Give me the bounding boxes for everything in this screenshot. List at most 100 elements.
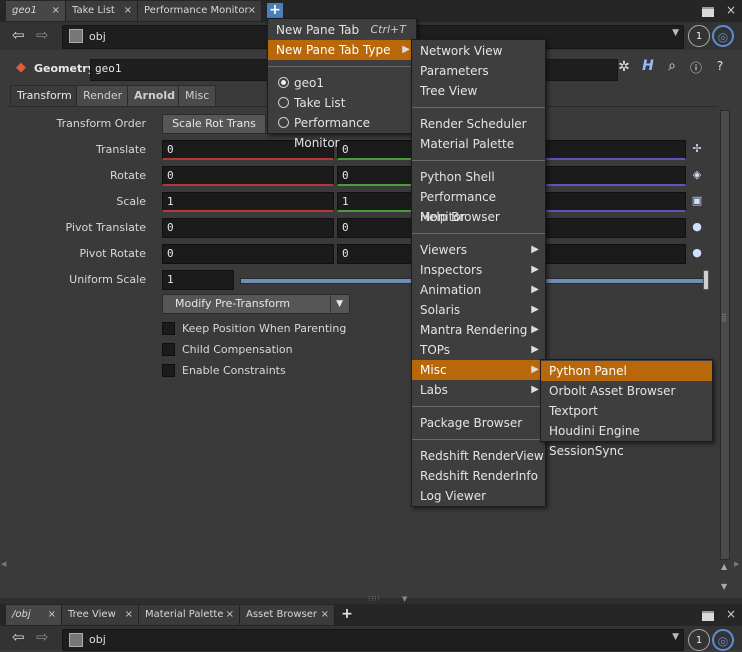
- menu-item-mantra-rendering[interactable]: Mantra Rendering ▶: [412, 320, 545, 340]
- forward-arrow-icon[interactable]: ⇨: [36, 26, 49, 44]
- menu-item-new-pane-tab-type[interactable]: New Pane Tab Type ▶: [268, 40, 416, 60]
- menu-item-help-browser[interactable]: Help Browser: [412, 207, 545, 227]
- search-icon[interactable]: ⌕: [663, 58, 681, 74]
- scroll-up-icon[interactable]: ▲: [721, 562, 727, 571]
- menu-item-redshift-renderview[interactable]: Redshift RenderView: [412, 446, 545, 466]
- menu-item-parameters[interactable]: Parameters: [412, 61, 545, 81]
- scroll-thumb[interactable]: [720, 110, 730, 560]
- uniform-scale-field[interactable]: 1: [162, 270, 234, 290]
- pivot-translate-y-field[interactable]: 0: [337, 218, 413, 238]
- scroll-down-icon[interactable]: ▼: [721, 582, 727, 591]
- translate-handle-icon[interactable]: ✢: [690, 142, 704, 155]
- menu-item-log-viewer[interactable]: Log Viewer: [412, 486, 545, 506]
- menu-item-performance-monitor[interactable]: Performance Monitor: [412, 187, 545, 224]
- menu-item-orbolt-asset-browser[interactable]: Orbolt Asset Browser: [541, 381, 712, 401]
- pin-badge[interactable]: 1: [688, 25, 710, 47]
- help-icon[interactable]: ?: [711, 59, 729, 73]
- chevron-down-icon[interactable]: ▼: [672, 632, 679, 642]
- pivot-translate-x-field[interactable]: 0: [162, 218, 334, 238]
- menu-item-render-scheduler[interactable]: Render Scheduler: [412, 114, 545, 134]
- transform-order-button[interactable]: Scale Rot Trans: [162, 114, 266, 134]
- scale-z-field[interactable]: [545, 192, 686, 212]
- close-icon[interactable]: ×: [248, 1, 256, 21]
- pivot-handle-icon[interactable]: ●: [690, 220, 704, 233]
- uniform-scale-label: Uniform Scale: [69, 273, 146, 286]
- pin-badge[interactable]: 1: [688, 629, 710, 651]
- pivot-rotate-x-field[interactable]: 0: [162, 244, 334, 264]
- menu-item-tops[interactable]: TOPs ▶: [412, 340, 545, 360]
- info-icon[interactable]: ⓘ: [687, 59, 705, 76]
- link-icon[interactable]: ◎: [712, 25, 734, 47]
- close-icon[interactable]: ×: [124, 1, 132, 21]
- scale-handle-icon[interactable]: ▣: [690, 194, 704, 207]
- child-compensation-checkbox[interactable]: [162, 343, 175, 356]
- close-icon[interactable]: ×: [321, 605, 329, 625]
- menu-item-viewers[interactable]: Viewers ▶: [412, 240, 545, 260]
- translate-z-field[interactable]: [545, 140, 686, 160]
- tab-transform[interactable]: Transform: [10, 85, 79, 106]
- menu-item-houdini-engine-sessionsync[interactable]: Houdini Engine SessionSync: [541, 421, 712, 458]
- chevron-down-icon[interactable]: ▼: [672, 28, 679, 38]
- link-icon[interactable]: ◎: [712, 629, 734, 651]
- close-pane-icon[interactable]: ×: [726, 607, 736, 621]
- menu-item-redshift-renderinfo[interactable]: Redshift RenderInfo: [412, 466, 545, 486]
- tab-arnold[interactable]: Arnold: [127, 85, 182, 106]
- tab-performance-monitor[interactable]: Performance Monitor ×: [138, 1, 262, 21]
- menu-item-material-palette[interactable]: Material Palette: [412, 134, 545, 154]
- tab-misc[interactable]: Misc: [178, 85, 217, 106]
- translate-y-field[interactable]: 0: [337, 140, 413, 160]
- close-icon[interactable]: ×: [125, 605, 133, 625]
- rotate-z-field[interactable]: [545, 166, 686, 186]
- menu-item-python-shell[interactable]: Python Shell: [412, 167, 545, 187]
- menu-item-network-view[interactable]: Network View: [412, 41, 545, 61]
- menu-item-animation[interactable]: Animation ▶: [412, 280, 545, 300]
- pane-menu-icon[interactable]: [702, 7, 714, 17]
- scale-x-field[interactable]: 1: [162, 192, 334, 212]
- close-pane-icon[interactable]: ×: [726, 3, 736, 17]
- modify-pre-transform-menu[interactable]: Modify Pre-Transform ▼: [162, 294, 350, 314]
- scale-y-field[interactable]: 1: [337, 192, 413, 212]
- tab-take-list[interactable]: Take List ×: [66, 1, 138, 21]
- menu-item-tab-geo1[interactable]: geo1: [268, 73, 416, 93]
- pivot-translate-z-field[interactable]: [545, 218, 686, 238]
- enable-constraints-checkbox[interactable]: [162, 364, 175, 377]
- pivot-rotate-y-field[interactable]: 0: [337, 244, 413, 264]
- tab-geo1[interactable]: geo1 ×: [6, 1, 66, 21]
- menu-item-inspectors[interactable]: Inspectors ▶: [412, 260, 545, 280]
- rotate-y-field[interactable]: 0: [337, 166, 413, 186]
- close-icon[interactable]: ×: [48, 605, 56, 625]
- close-icon[interactable]: ×: [52, 1, 60, 21]
- menu-item-tree-view[interactable]: Tree View: [412, 81, 545, 101]
- menu-item-labs[interactable]: Labs ▶: [412, 380, 545, 400]
- tab-obj[interactable]: /obj ×: [6, 605, 62, 625]
- network-path-field[interactable]: obj ▼: [62, 629, 684, 651]
- back-arrow-icon[interactable]: ⇦: [12, 26, 25, 44]
- menu-item-textport[interactable]: Textport: [541, 401, 712, 421]
- forward-arrow-icon[interactable]: ⇨: [36, 628, 49, 646]
- pane-menu-icon[interactable]: [702, 611, 714, 621]
- gear-icon[interactable]: ✲: [615, 59, 633, 75]
- slider-handle[interactable]: [703, 270, 709, 290]
- rotate-handle-icon[interactable]: ◈: [690, 168, 704, 181]
- add-tab-button[interactable]: +: [267, 3, 283, 19]
- menu-item-solaris[interactable]: Solaris ▶: [412, 300, 545, 320]
- rotate-x-field[interactable]: 0: [162, 166, 334, 186]
- menu-item-tab-take-list[interactable]: Take List: [268, 93, 416, 113]
- menu-item-new-pane-tab[interactable]: New Pane Tab Ctrl+T: [268, 20, 416, 40]
- menu-item-misc[interactable]: Misc ▶: [412, 360, 545, 380]
- menu-item-package-browser[interactable]: Package Browser: [412, 413, 545, 433]
- tab-render[interactable]: Render: [76, 85, 130, 106]
- keep-position-checkbox[interactable]: [162, 322, 175, 335]
- tab-material-palette[interactable]: Material Palette ×: [139, 605, 240, 625]
- tab-asset-browser[interactable]: Asset Browser ×: [240, 605, 335, 625]
- vertical-scrollbar[interactable]: ⣿ ▲ ▼: [718, 108, 732, 596]
- houdini-help-icon[interactable]: H: [639, 58, 657, 74]
- menu-item-python-panel[interactable]: Python Panel: [541, 361, 712, 381]
- pivot-rotate-handle-icon[interactable]: ●: [690, 246, 704, 259]
- pivot-rotate-z-field[interactable]: [545, 244, 686, 264]
- back-arrow-icon[interactable]: ⇦: [12, 628, 25, 646]
- close-icon[interactable]: ×: [226, 605, 234, 625]
- menu-item-tab-performance-monitor[interactable]: Performance Monitor: [268, 113, 416, 150]
- tab-tree-view[interactable]: Tree View ×: [62, 605, 139, 625]
- add-tab-button[interactable]: +: [339, 607, 355, 623]
